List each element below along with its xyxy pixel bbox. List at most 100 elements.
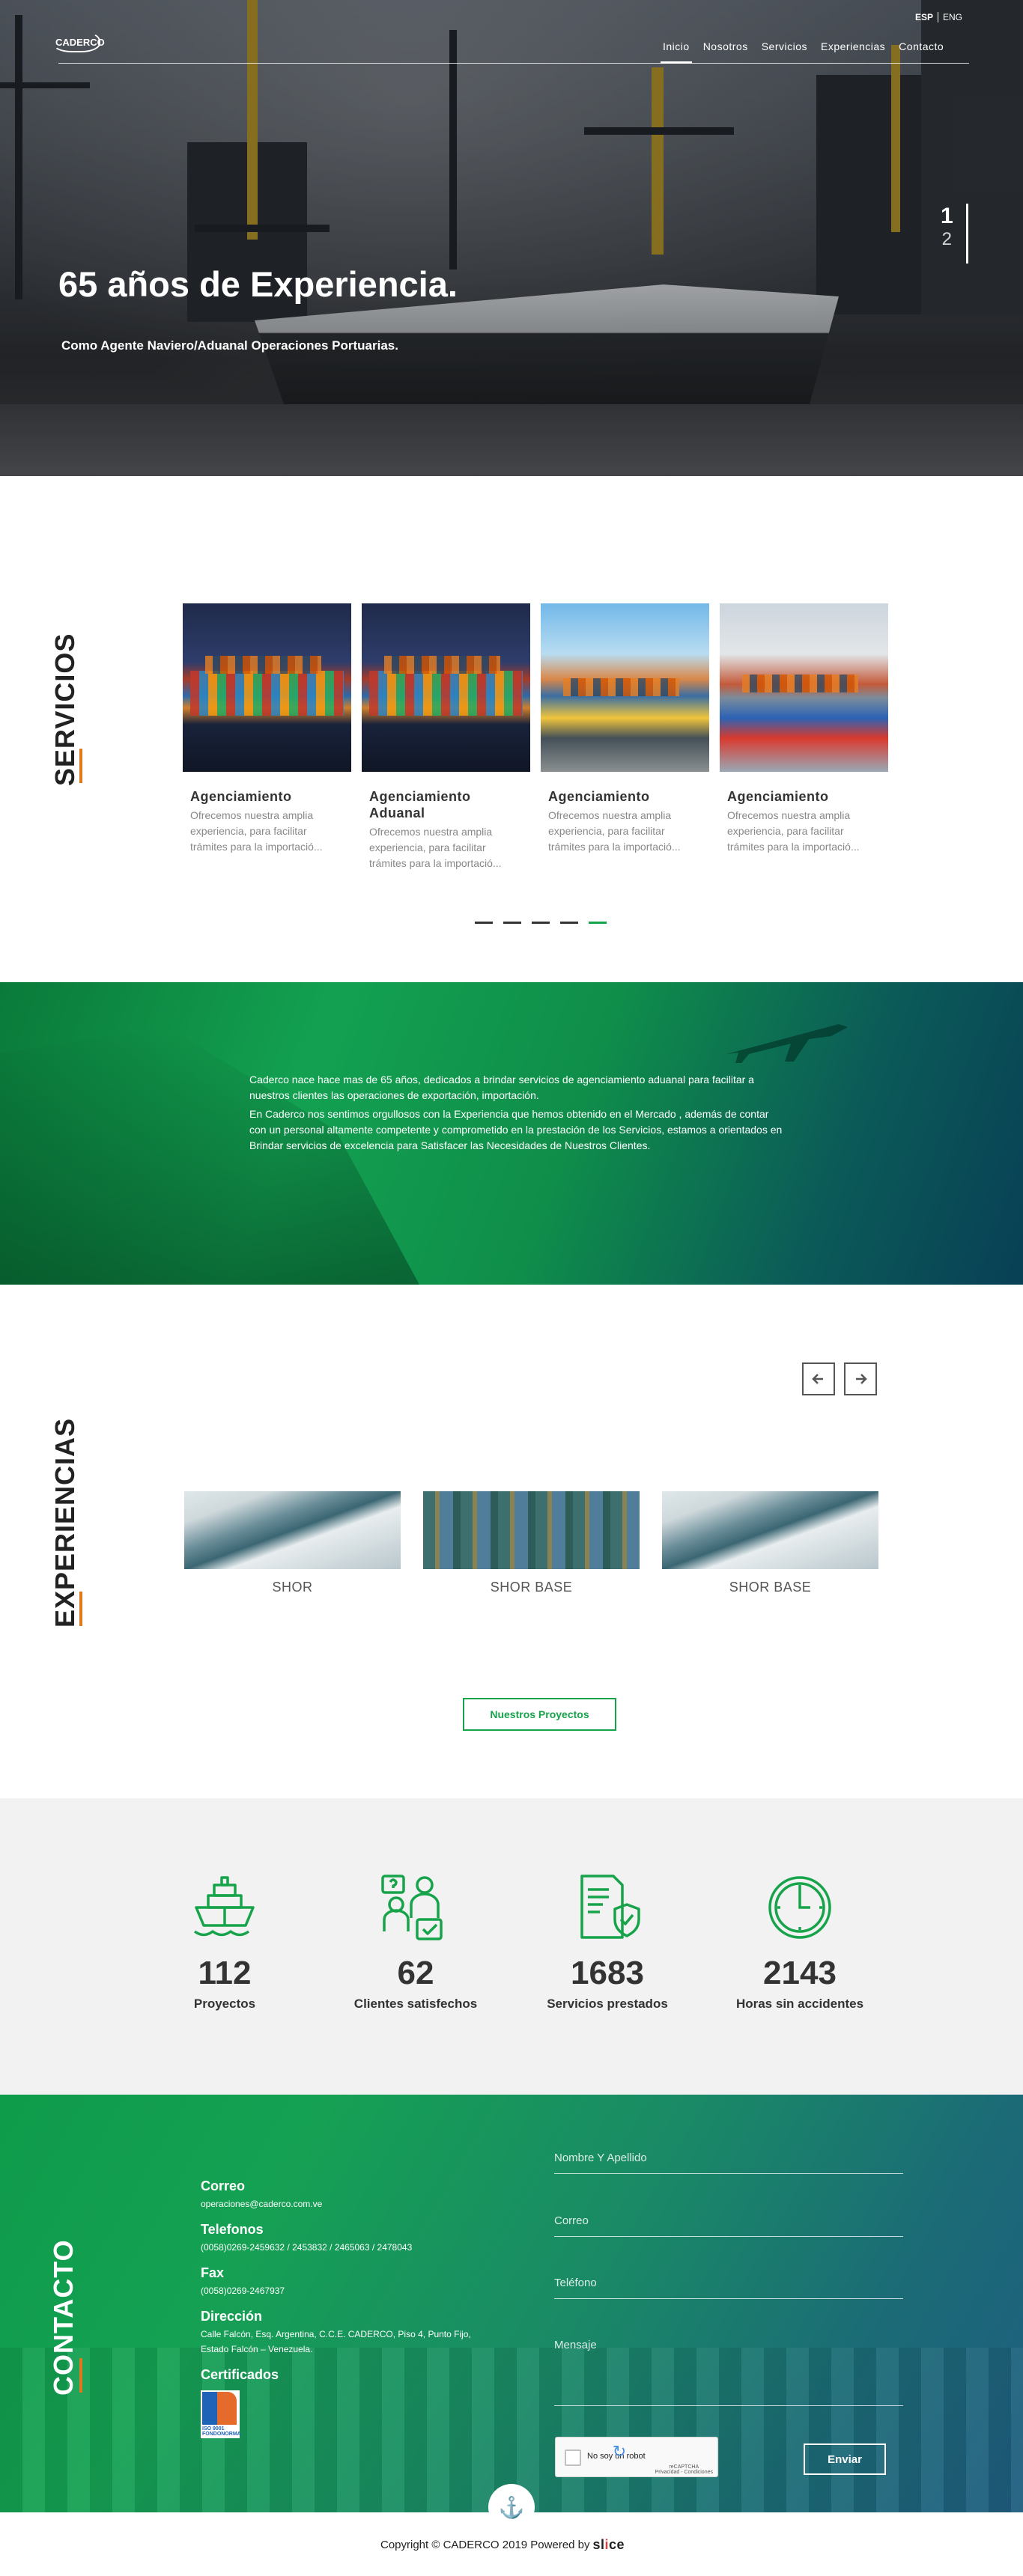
service-card[interactable]: Agenciamiento Ofrecemos nuestra amplia e… xyxy=(720,603,888,871)
correo-label: Correo xyxy=(201,2178,246,2193)
about-paragraph: En Caderco nos sentimos orgullosos con l… xyxy=(249,1108,783,1151)
telefono-input[interactable]: Teléfono xyxy=(554,2277,903,2299)
stats-section: 112 Proyectos 62 Clientes satisfechos 16… xyxy=(0,1798,1023,2095)
experience-item[interactable]: SHOR xyxy=(184,1491,401,1595)
logo-text: CADERCO xyxy=(55,37,105,48)
stat-servicios: 1683 Servicios prestados xyxy=(517,1872,697,2012)
arrow-left-icon xyxy=(812,1374,823,1384)
service-title: Agenciamiento Aduanal xyxy=(369,789,471,820)
container-stack xyxy=(190,671,344,716)
mensaje-textarea[interactable]: Mensaje xyxy=(554,2339,903,2406)
airplane-icon xyxy=(726,1024,848,1063)
clock-icon xyxy=(768,1876,831,1939)
prev-arrow-button[interactable] xyxy=(802,1362,835,1395)
main-nav: Inicio Nosotros Servicios Experiencias C… xyxy=(656,40,950,64)
slide-indicator: 1 2 xyxy=(941,204,953,250)
slice-logo-post: ce xyxy=(609,2537,625,2552)
nombre-input[interactable]: Nombre Y Apellido xyxy=(554,2152,903,2174)
recaptcha-checkbox[interactable] xyxy=(565,2449,581,2466)
fax-label: Fax xyxy=(201,2265,225,2280)
telefonos-label: Telefonos xyxy=(201,2222,264,2237)
slice-logo[interactable]: slice xyxy=(593,2537,625,2553)
correo-input[interactable]: Correo xyxy=(554,2214,903,2237)
nuestros-proyectos-button[interactable]: Nuestros Proyectos xyxy=(463,1698,616,1731)
correo-value[interactable]: operaciones@caderco.com.ve xyxy=(201,2196,485,2211)
recaptcha-terms[interactable]: Privacidad - Condiciones xyxy=(655,2470,713,2475)
service-card[interactable]: Agenciamiento Ofrecemos nuestra amplia e… xyxy=(183,603,351,871)
service-desc: Ofrecemos nuestra amplia experiencia, pa… xyxy=(190,809,323,853)
contacto-accent-bar xyxy=(79,2358,82,2393)
nav-servicios[interactable]: Servicios xyxy=(755,40,814,63)
nav-nosotros[interactable]: Nosotros xyxy=(696,40,755,63)
slice-logo-pre: sl xyxy=(592,2537,605,2552)
service-image xyxy=(362,603,530,772)
experiencias-carousel: SHOR SHOR BASE SHOR BASE xyxy=(184,1491,878,1595)
certificados-label: Certificados xyxy=(201,2367,279,2382)
servicios-carousel: Agenciamiento Ofrecemos nuestra amplia e… xyxy=(183,603,888,871)
service-desc: Ofrecemos nuestra amplia experiencia, pa… xyxy=(369,826,502,869)
contacto-title: CONTACTO xyxy=(48,2239,79,2396)
recaptcha-widget: No soy un robot ↻ reCAPTCHA Privacidad -… xyxy=(555,2437,718,2477)
experience-image xyxy=(662,1491,878,1569)
copyright-text: Copyright © CADERCO 2019 Powered by xyxy=(380,2539,590,2551)
carousel-dot-active[interactable] xyxy=(589,922,607,924)
slide-2[interactable]: 2 xyxy=(941,229,953,250)
service-image xyxy=(720,603,888,772)
cert-logo-blue xyxy=(202,2392,219,2425)
iso-certificate-logo: ISO 9001 FONDONORMA xyxy=(201,2390,241,2438)
container-stack xyxy=(369,671,523,716)
logo[interactable]: CADERCO xyxy=(52,30,105,57)
cert-logo-text: ISO 9001 FONDONORMA xyxy=(202,2426,241,2437)
carousel-dot[interactable] xyxy=(532,922,550,924)
about-text: Caderco nace hace mas de 65 años, dedica… xyxy=(249,1072,786,1154)
experiencias-title: EXPERIENCIAS xyxy=(49,1417,80,1627)
service-desc: Ofrecemos nuestra amplia experiencia, pa… xyxy=(727,809,860,853)
language-switcher: ESP ENG xyxy=(915,12,962,22)
about-background-ship xyxy=(0,1027,419,1285)
copyright: Copyright © CADERCO 2019 Powered by slic… xyxy=(380,2537,625,2553)
experience-item[interactable]: SHOR BASE xyxy=(662,1491,878,1595)
service-title: Agenciamiento xyxy=(548,789,650,804)
arrow-right-icon xyxy=(856,1374,867,1384)
service-title: Agenciamiento xyxy=(727,789,829,804)
experience-item[interactable]: SHOR BASE xyxy=(423,1491,640,1595)
cert-logo-orange xyxy=(217,2392,237,2425)
experience-image xyxy=(423,1491,640,1569)
stat-value: 2143 xyxy=(763,1955,837,1991)
stat-label: Proyectos xyxy=(193,1997,256,2011)
recaptcha-icon: ↻ xyxy=(612,2442,627,2461)
certificate-icon xyxy=(580,1875,640,1939)
carousel-dot[interactable] xyxy=(503,922,521,924)
service-card[interactable]: Agenciamiento Ofrecemos nuestra amplia e… xyxy=(541,603,709,871)
hero-overlay xyxy=(0,0,1023,476)
servicios-accent-bar xyxy=(79,749,82,783)
ship-icon xyxy=(193,1876,255,1937)
next-arrow-button[interactable] xyxy=(844,1362,877,1395)
stat-proyectos: 112 Proyectos xyxy=(135,1872,315,2012)
enviar-button[interactable]: Enviar xyxy=(804,2443,886,2475)
recaptcha-brand-name: reCAPTCHA xyxy=(669,2464,699,2470)
nav-inicio[interactable]: Inicio xyxy=(656,40,696,64)
hero-title: 65 años de Experiencia. xyxy=(58,264,458,304)
carousel-dot[interactable] xyxy=(560,922,578,924)
lang-eng[interactable]: ENG xyxy=(943,12,962,22)
stat-label: Horas sin accidentes xyxy=(735,1997,864,2011)
about-paragraph: Caderco nace hace mas de 65 años, dedica… xyxy=(249,1074,754,1101)
stat-horas: 2143 Horas sin accidentes xyxy=(710,1872,890,2012)
carousel-dot[interactable] xyxy=(475,922,493,924)
direccion-label: Dirección xyxy=(201,2309,263,2324)
container-stack xyxy=(205,656,321,674)
stat-value: 62 xyxy=(397,1955,434,1991)
slide-1[interactable]: 1 xyxy=(941,204,953,229)
stat-label: Servicios prestados xyxy=(547,1997,668,2011)
hero-section: CADERCO ESP ENG Inicio Nosotros Servicio… xyxy=(0,0,1023,476)
clients-icon xyxy=(381,1875,443,1940)
lang-esp[interactable]: ESP xyxy=(915,12,933,22)
experiencias-accent-bar xyxy=(79,1592,82,1626)
nav-contacto[interactable]: Contacto xyxy=(892,40,950,63)
nav-experiencias[interactable]: Experiencias xyxy=(814,40,892,63)
service-card[interactable]: Agenciamiento Aduanal Ofrecemos nuestra … xyxy=(362,603,530,871)
anchor-icon[interactable]: ⚓ xyxy=(488,2484,535,2530)
carousel-dots xyxy=(475,922,607,924)
direccion-value: Calle Falcón, Esq. Argentina, C.C.E. CAD… xyxy=(201,2329,471,2354)
